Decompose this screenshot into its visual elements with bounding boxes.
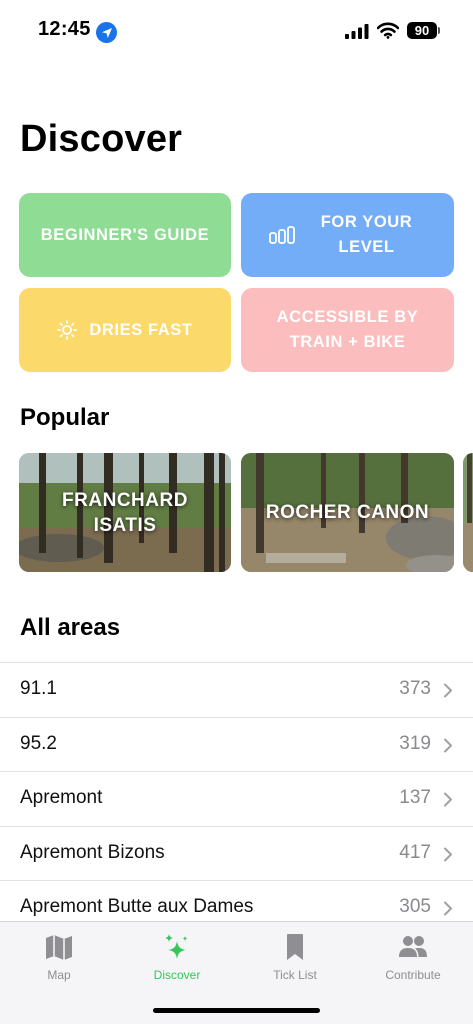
- dries-fast-tile[interactable]: DRIES FAST: [19, 288, 231, 372]
- list-item[interactable]: Apremont 137: [0, 771, 473, 826]
- popular-card-franchard-isatis[interactable]: FRANCHARD ISATIS: [19, 453, 231, 572]
- cellular-signal-icon: [345, 24, 369, 39]
- beginners-guide-tile[interactable]: BEGINNER'S GUIDE: [19, 193, 231, 277]
- for-your-level-tile[interactable]: FOR YOUR LEVEL: [241, 193, 454, 277]
- beginners-guide-label: BEGINNER'S GUIDE: [40, 225, 210, 244]
- status-bar: 12:45 90: [0, 0, 473, 58]
- popular-card-partial[interactable]: [463, 453, 473, 572]
- list-item[interactable]: Apremont Bizons 417: [0, 825, 473, 881]
- chevron-right-icon: [444, 847, 452, 861]
- area-name: 91.1: [20, 678, 57, 699]
- area-name: Apremont Butte aux Dames: [20, 896, 254, 917]
- popular-card-label: FRANCHARD ISATIS: [62, 489, 188, 536]
- bookmark-icon: [287, 934, 303, 960]
- popular-heading: Popular: [20, 404, 110, 431]
- area-count: 305: [399, 896, 431, 917]
- tab-tick-list[interactable]: Tick List: [236, 922, 354, 992]
- tab-map[interactable]: Map: [0, 922, 118, 992]
- battery-tip: [438, 27, 440, 34]
- level-bars-icon: [268, 226, 295, 244]
- wifi-icon: [377, 22, 399, 39]
- for-your-level-label: FOR YOUR LEVEL: [320, 213, 413, 256]
- area-count: 137: [399, 787, 431, 808]
- area-count: 319: [399, 732, 431, 754]
- area-name: Apremont: [20, 787, 103, 808]
- tab-label: Tick List: [273, 968, 317, 982]
- status-time: 12:45: [38, 18, 91, 40]
- forest-photo: [463, 453, 473, 572]
- areas-list: 91.1 373 95.2 319 Apremont 137 Apremont …: [0, 662, 473, 935]
- home-indicator: [153, 1008, 320, 1013]
- map-icon: [46, 935, 72, 960]
- area-name: 95.2: [20, 732, 57, 754]
- chevron-right-icon: [444, 792, 452, 807]
- tab-label: Discover: [153, 968, 201, 982]
- popular-card-label: ROCHER CANON: [265, 502, 430, 523]
- list-item[interactable]: 91.1 373: [0, 662, 473, 717]
- chevron-right-icon: [444, 738, 452, 752]
- sun-icon: [57, 320, 78, 340]
- tab-label: Map: [47, 968, 71, 982]
- tab-discover[interactable]: Discover: [118, 922, 236, 992]
- all-areas-heading: All areas: [20, 614, 121, 641]
- sparkles-icon: [165, 934, 188, 959]
- page-title: Discover: [20, 118, 183, 160]
- tab-label: Contribute: [385, 968, 441, 982]
- chevron-right-icon: [444, 683, 452, 698]
- dries-fast-label: DRIES FAST: [89, 320, 193, 339]
- accessible-by-train-bike-label: ACCESSIBLE BY TRAIN + BIKE: [276, 308, 419, 351]
- area-count: 373: [399, 678, 431, 699]
- tab-contribute[interactable]: Contribute: [354, 922, 472, 992]
- area-count: 417: [399, 841, 431, 863]
- chevron-right-icon: [444, 901, 452, 916]
- popular-card-rocher-canon[interactable]: ROCHER CANON: [241, 453, 454, 572]
- area-name: Apremont Bizons: [20, 841, 165, 863]
- accessible-by-train-bike-tile[interactable]: ACCESSIBLE BY TRAIN + BIKE: [241, 288, 454, 372]
- location-arrow-icon: [96, 22, 117, 43]
- people-icon: [399, 936, 427, 957]
- battery-level: 90: [407, 22, 437, 39]
- list-item[interactable]: 95.2 319: [0, 716, 473, 772]
